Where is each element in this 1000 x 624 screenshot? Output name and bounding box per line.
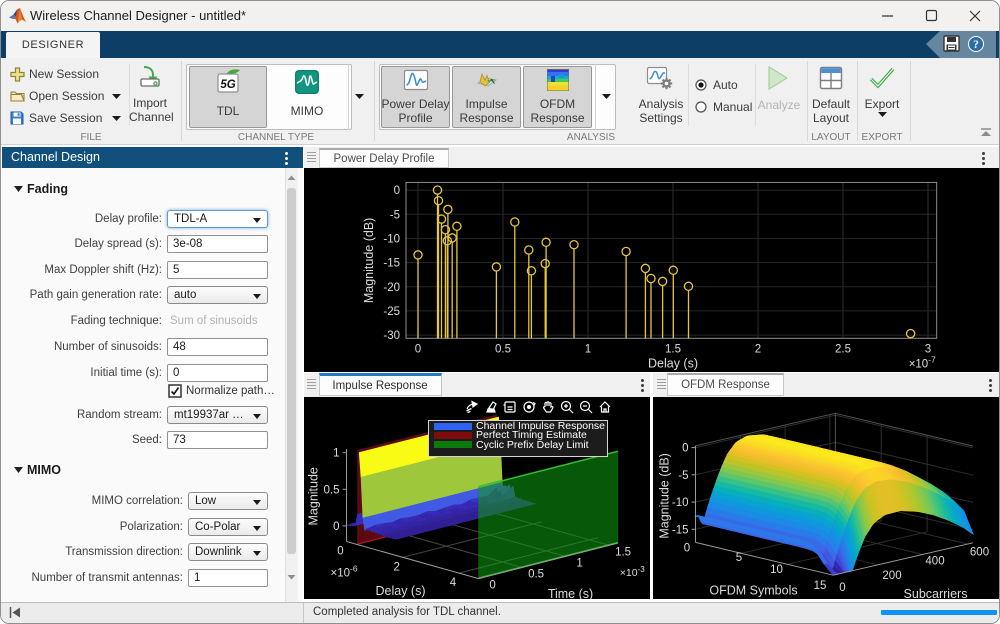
svg-text:-15: -15: [672, 524, 689, 536]
svg-text:0: 0: [682, 443, 688, 455]
svg-text:0: 0: [415, 343, 421, 355]
svg-text:2.5: 2.5: [835, 343, 851, 355]
svg-text:10: 10: [770, 564, 783, 576]
svg-text:4: 4: [450, 577, 457, 589]
svg-text:Delay (s): Delay (s): [648, 356, 698, 370]
svg-text:0: 0: [489, 580, 495, 592]
svg-text:-5: -5: [678, 470, 688, 482]
svg-text:-25: -25: [383, 306, 400, 318]
svg-text:1.5: 1.5: [665, 343, 681, 355]
svg-text:0: 0: [337, 546, 343, 558]
svg-text:5: 5: [736, 552, 742, 564]
svg-text:-5: -5: [390, 209, 400, 221]
svg-text:OFDM Symbols: OFDM Symbols: [709, 583, 797, 597]
svg-text:2: 2: [755, 343, 761, 355]
svg-text:0.5: 0.5: [324, 484, 340, 496]
svg-text:0: 0: [839, 582, 845, 594]
svg-text:-10: -10: [672, 497, 689, 509]
svg-text:1: 1: [585, 343, 591, 355]
svg-text:2: 2: [393, 561, 399, 573]
svg-text:1: 1: [333, 448, 339, 460]
svg-text:0: 0: [333, 521, 339, 533]
svg-text:400: 400: [925, 556, 944, 568]
svg-text:-10: -10: [383, 233, 400, 245]
svg-text:Magnitude: Magnitude: [307, 467, 321, 525]
svg-text:Magnitude (dB): Magnitude (dB): [362, 218, 376, 303]
svg-text:0: 0: [394, 185, 400, 197]
svg-text:0.5: 0.5: [528, 569, 544, 581]
svg-text:15: 15: [814, 580, 827, 592]
svg-text:600: 600: [970, 547, 989, 559]
svg-text:Delay (s): Delay (s): [375, 584, 425, 598]
svg-text:0: 0: [684, 543, 690, 555]
svg-text:200: 200: [882, 570, 901, 582]
svg-text:Time (s): Time (s): [548, 587, 593, 599]
svg-text:-30: -30: [383, 330, 400, 342]
svg-text:Subcarriers: Subcarriers: [904, 587, 968, 599]
svg-text:-20: -20: [383, 282, 400, 294]
svg-text:0.5: 0.5: [495, 343, 511, 355]
svg-text:?: ?: [973, 39, 979, 51]
svg-text:Magnitude (dB): Magnitude (dB): [658, 453, 672, 538]
svg-text:1.5: 1.5: [615, 546, 631, 558]
svg-text:-15: -15: [383, 258, 400, 270]
svg-text:1: 1: [576, 557, 582, 569]
svg-text:5G: 5G: [220, 79, 235, 91]
